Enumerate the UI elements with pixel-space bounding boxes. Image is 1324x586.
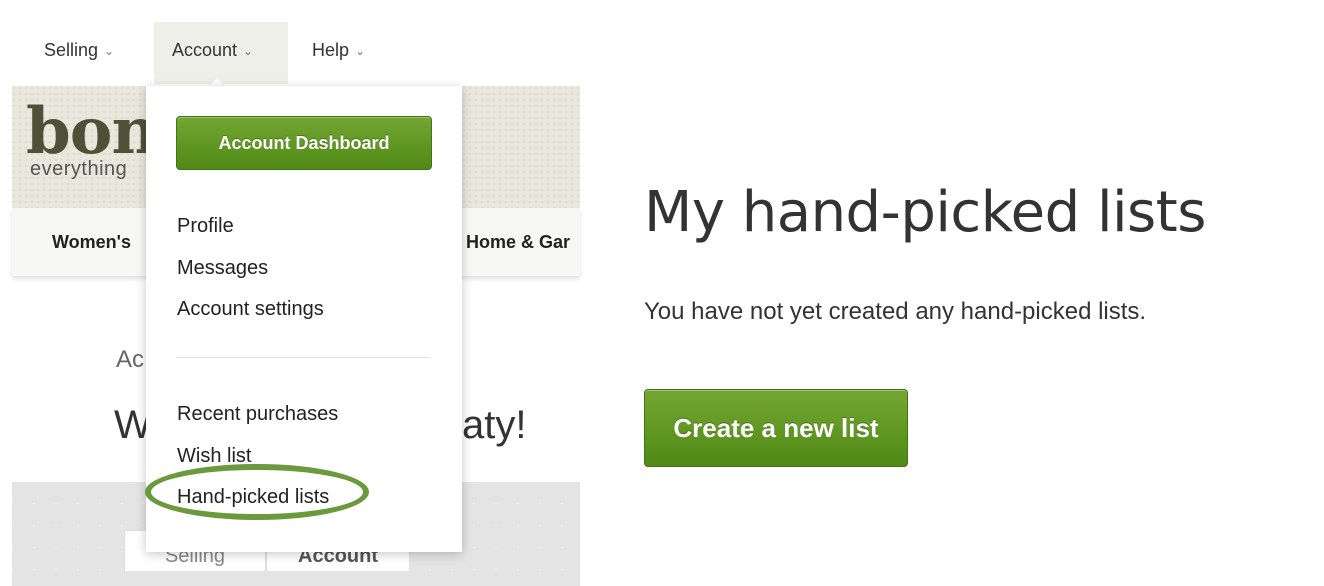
background-welcome-heading-end: aty! [462,403,527,447]
background-breadcrumb: Ac [116,346,145,373]
account-dropdown-menu: Account Dashboard Profile Messages Accou… [146,86,462,552]
nav-selling-label: Selling [44,40,99,60]
chevron-down-icon: ⌄ [355,44,366,58]
menu-item-recent-purchases[interactable]: Recent purchases [177,403,338,426]
nav-account-label: Account [172,40,238,60]
menu-item-profile[interactable]: Profile [177,215,234,238]
account-dashboard-button[interactable]: Account Dashboard [176,116,432,170]
site-logo-tagline: everything [30,158,128,180]
empty-state-message: You have not yet created any hand-picked… [644,298,1147,325]
chevron-down-icon: ⌄ [243,44,254,58]
top-navigation: Selling ⌄ Account ⌄ Help ⌄ [0,22,580,86]
nav-account[interactable]: Account ⌄ [154,22,288,84]
screenshot-stage: bon everything Women's Home & Gar Ac W a… [0,0,1324,586]
page-title: My hand-picked lists [644,180,1206,245]
nav-help-label: Help [312,40,350,60]
menu-item-messages[interactable]: Messages [177,257,268,280]
category-home-garden[interactable]: Home & Gar [466,232,580,253]
nav-help[interactable]: Help ⌄ [312,22,365,84]
chevron-down-icon: ⌄ [104,44,115,58]
menu-item-wish-list[interactable]: Wish list [177,445,251,468]
site-logo[interactable]: bon [26,100,158,164]
menu-divider [176,357,430,358]
category-womens[interactable]: Women's [52,232,131,253]
menu-item-account-settings[interactable]: Account settings [177,298,324,321]
nav-selling[interactable]: Selling ⌄ [44,22,114,84]
create-new-list-button[interactable]: Create a new list [644,389,908,467]
menu-item-hand-picked-lists[interactable]: Hand-picked lists [177,486,329,509]
